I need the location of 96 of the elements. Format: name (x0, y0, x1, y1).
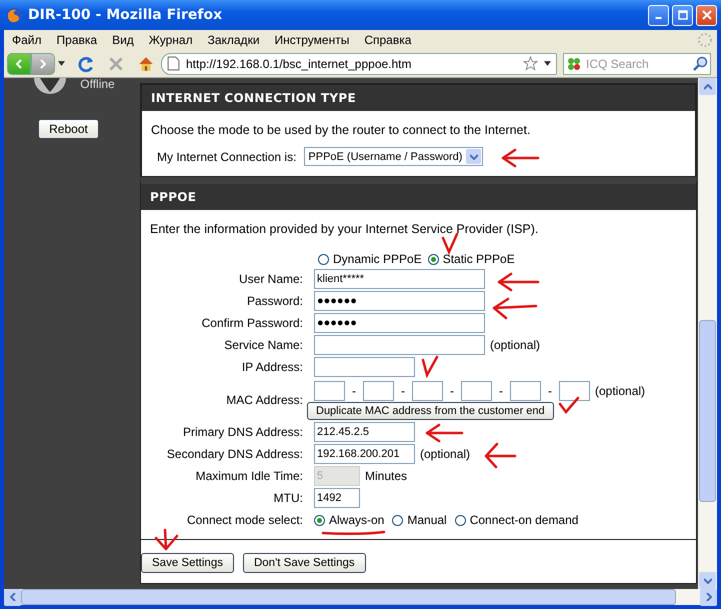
arrow-annotation (502, 148, 540, 168)
separator-text: - (400, 384, 406, 398)
dropdown-icon[interactable] (544, 61, 551, 66)
field-label: Primary DNS Address: (182, 424, 303, 441)
radio-option[interactable]: Dynamic PPPoE (318, 250, 422, 268)
section-title: INTERNET CONNECTION TYPE (142, 85, 695, 111)
scroll-left-icon[interactable] (4, 588, 21, 606)
field-label: Maximum Idle Time: (194, 468, 303, 485)
search-input[interactable]: ICQ Search (582, 56, 692, 70)
arrow-annotation (426, 424, 464, 442)
scroll-down-icon[interactable] (699, 572, 716, 589)
field-label: User Name: (238, 271, 303, 288)
close-button[interactable] (696, 4, 717, 26)
form-button[interactable]: Save Settings (141, 553, 234, 573)
separator-text: - (547, 384, 553, 398)
field-label: MTU: (272, 490, 303, 507)
radio-option[interactable]: Connect-on demand (454, 513, 578, 527)
underline-annotation (322, 530, 386, 536)
tick-annotation (442, 232, 458, 256)
scroll-thumb[interactable] (699, 320, 716, 502)
field-label: My Internet Connection is: (157, 150, 296, 164)
field-label: IP Address: (240, 359, 303, 376)
input-field[interactable]: 1492 (314, 488, 360, 508)
menu-item[interactable]: Журнал (148, 33, 193, 47)
address-bar[interactable]: http://192.168.0.1/bsc_internet_pppoe.htm (161, 52, 557, 74)
input-field[interactable] (314, 380, 345, 400)
stop-icon[interactable] (107, 54, 125, 72)
window-title: DIR-100 - Mozilla Firefox (28, 7, 224, 23)
maximize-button[interactable] (672, 4, 693, 26)
input-field[interactable] (559, 380, 590, 400)
input-field[interactable]: 192.168.200.201 (314, 444, 415, 464)
menu-item[interactable]: Файл (12, 33, 42, 47)
input-field[interactable] (314, 357, 415, 377)
duplicate-mac-button[interactable]: Duplicate MAC address from the customer end (307, 402, 554, 420)
hint-text: (optional) (490, 338, 540, 352)
section-title: PPPOE (141, 184, 696, 210)
input-field[interactable]: klient***** (314, 269, 485, 289)
separator-text: - (498, 384, 504, 398)
arrow-annotation (498, 272, 540, 292)
reload-icon[interactable] (77, 54, 95, 72)
field-label: MAC Address: (225, 392, 303, 408)
tick-annotation (558, 396, 580, 414)
minimize-button[interactable] (648, 4, 669, 26)
maximize-icon (678, 10, 688, 20)
menu-item[interactable]: Закладки (208, 33, 260, 47)
radio-option[interactable]: Manual (392, 513, 447, 527)
input-field[interactable] (461, 380, 492, 400)
arrow-annotation (484, 442, 516, 468)
separator-text: - (449, 384, 455, 398)
vertical-scrollbar[interactable] (698, 78, 717, 589)
tick-annotation (422, 356, 438, 378)
hint-text: (optional) (420, 447, 470, 461)
flower-icon[interactable] (566, 56, 582, 72)
minimize-icon (655, 17, 662, 19)
reboot-button[interactable]: Reboot (38, 119, 99, 139)
back-button[interactable] (7, 52, 31, 74)
search-icon[interactable] (692, 56, 708, 72)
field-label: Service Name: (223, 337, 303, 354)
hint-text: Minutes (365, 469, 408, 483)
hint-text: (optional) (595, 384, 646, 398)
form-button[interactable]: Don't Save Settings (242, 553, 366, 573)
input-field[interactable] (412, 380, 443, 400)
connection-select[interactable]: PPPoE (Username / Password) (304, 147, 484, 166)
search-field[interactable]: ICQ Search (563, 52, 711, 74)
description-text: Enter the information provided by your Internet Service Provider (ISP). (150, 221, 540, 238)
scroll-up-icon[interactable] (699, 78, 716, 95)
input-field[interactable]: 212.45.2.5 (314, 422, 415, 442)
page-icon (167, 56, 180, 71)
throbber-icon (697, 32, 713, 48)
input-field[interactable] (510, 380, 541, 400)
input-field[interactable] (314, 335, 485, 355)
field-label: Connect mode select: (186, 512, 303, 529)
arrow-annotation (154, 528, 178, 550)
input-field[interactable]: ●●●●●● (314, 313, 485, 333)
arrow-annotation (492, 298, 538, 320)
menu-item[interactable]: Вид (112, 33, 134, 47)
close-icon (702, 10, 712, 20)
field-label: Confirm Password: (200, 315, 303, 332)
field-label: Secondary DNS Address: (166, 446, 303, 463)
menu-item[interactable]: Справка (364, 33, 412, 47)
input-field[interactable] (363, 380, 394, 400)
radio-option[interactable]: Always-on (314, 513, 384, 527)
input-field[interactable]: ●●●●●● (314, 291, 485, 311)
field-label: Password: (246, 293, 303, 310)
globe-icon (32, 78, 68, 96)
dropdown-icon[interactable] (58, 61, 65, 66)
description-text: Choose the mode to be used by the router to connect to the Internet. (151, 122, 532, 139)
star-icon[interactable] (523, 56, 538, 71)
home-icon[interactable] (137, 54, 155, 72)
separator-text: - (351, 384, 357, 398)
menu-item[interactable]: Инструменты (274, 33, 350, 47)
status-text: Offline (80, 78, 115, 91)
radio-option[interactable]: Static PPPoE (428, 250, 515, 268)
browser-logo-icon (6, 6, 23, 24)
menu-item[interactable]: Правка (56, 33, 98, 47)
scroll-right-icon[interactable] (700, 588, 717, 606)
